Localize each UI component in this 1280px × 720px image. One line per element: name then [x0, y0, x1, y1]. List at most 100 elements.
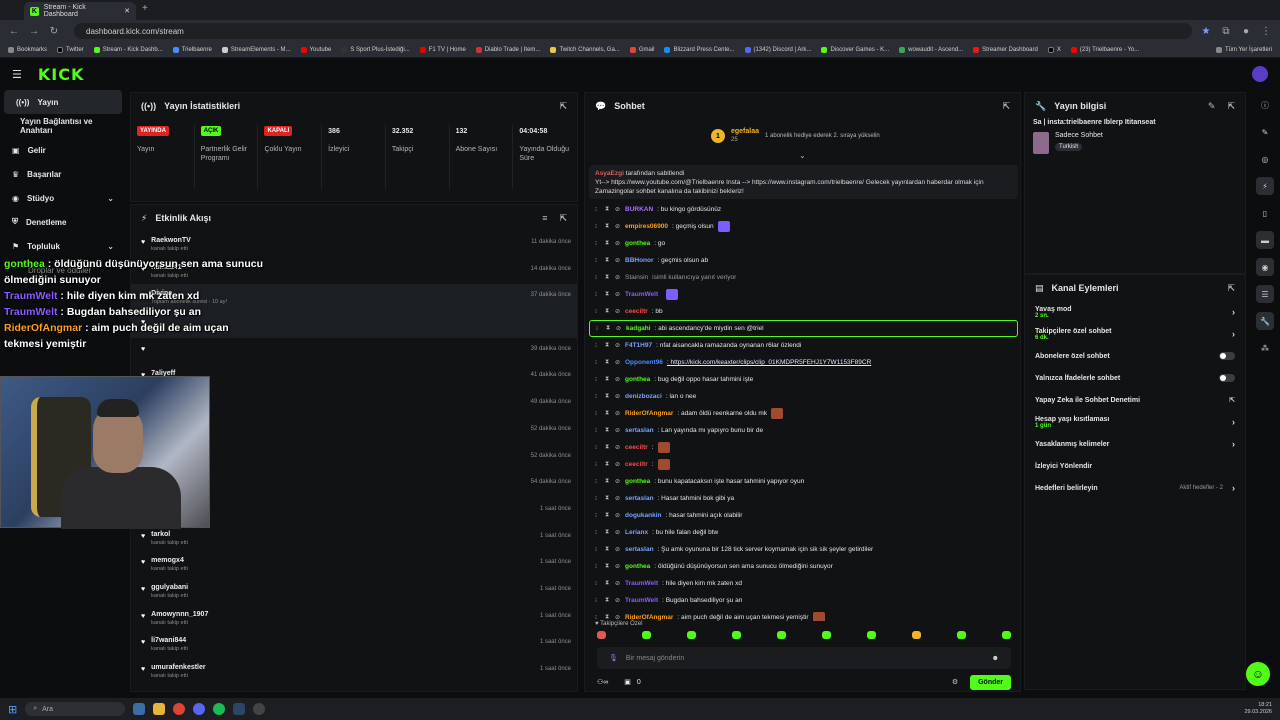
pin-icon[interactable]: ⁝: [595, 359, 601, 366]
chat-message[interactable]: ⁝ ⧗ ⊘ ceeciltr:: [589, 456, 1018, 473]
chat-username[interactable]: sertaslan: [625, 495, 654, 502]
ban-icon[interactable]: ⊘: [615, 206, 621, 213]
timeout-icon[interactable]: ⧗: [605, 257, 611, 264]
chat-message[interactable]: ⁝ ⧗ ⊘ denizbozaci: lan o nee: [589, 388, 1018, 405]
popout-icon[interactable]: ⇱: [1002, 101, 1010, 112]
channel-action-row[interactable]: Takipçilere özel sohbet 6 dk. ›: [1025, 323, 1245, 345]
activity-user[interactable]: ggulyabani: [151, 584, 188, 591]
ban-icon[interactable]: ⊘: [615, 444, 621, 451]
timeout-icon[interactable]: ⧗: [605, 597, 611, 604]
edit-icon[interactable]: ✎: [1208, 101, 1216, 112]
timeout-icon[interactable]: ⧗: [605, 478, 611, 485]
channel-action-row[interactable]: Hesap yaşı kısıtlaması 1 gün ›: [1025, 411, 1245, 433]
all-bookmarks[interactable]: Tüm Yer İşaretleri: [1215, 46, 1272, 53]
list-icon[interactable]: ☰: [1256, 285, 1274, 303]
sidebar-item-achievements[interactable]: ♛ Başarılar: [0, 162, 126, 186]
emote-icon[interactable]: [777, 631, 786, 639]
sidebar-item-stream[interactable]: ((•)) Yayın: [4, 90, 122, 114]
timeout-icon[interactable]: ⧗: [605, 342, 611, 349]
timeout-icon[interactable]: ⧗: [605, 274, 611, 281]
discord-icon[interactable]: [193, 703, 206, 715]
nodes-icon[interactable]: ⁂: [1256, 339, 1274, 357]
chat-username[interactable]: gonthea: [625, 478, 650, 485]
chat-message[interactable]: ⁝ ⧗ ⊘ TraumWelt: [589, 286, 1018, 303]
camera-icon[interactable]: ◎: [1256, 150, 1274, 168]
timeout-icon[interactable]: ⧗: [605, 512, 611, 519]
external-link-icon[interactable]: ⇱: [1229, 396, 1235, 404]
chrome-icon[interactable]: [173, 703, 186, 715]
pin-icon[interactable]: ⁝: [595, 614, 601, 621]
activity-user[interactable]: RaekwonTV: [151, 237, 191, 244]
chat-username[interactable]: TraumWelt: [625, 580, 658, 587]
timeout-icon[interactable]: ⧗: [605, 223, 611, 230]
bookmark[interactable]: Twitter: [57, 46, 84, 53]
channel-action-row[interactable]: Hedefleri belirleyin Aktif hedefler - 2 ›: [1025, 477, 1245, 499]
ban-icon[interactable]: ⊘: [615, 614, 621, 621]
bookmark[interactable]: F1 TV | Home: [419, 46, 466, 53]
browser-tab[interactable]: K Stream - Kick Dashboard ✕: [24, 2, 136, 20]
channel-action-row[interactable]: Yasaklanmış kelimeler ›: [1025, 433, 1245, 455]
pin-icon[interactable]: ⁝: [595, 291, 601, 298]
popout-icon[interactable]: ⇱: [1227, 101, 1235, 112]
ban-icon[interactable]: ⊘: [615, 359, 621, 366]
timeout-icon[interactable]: ⧗: [605, 444, 611, 451]
ban-icon[interactable]: ⊘: [615, 240, 621, 247]
bookmark[interactable]: Gmail: [629, 46, 654, 53]
ban-icon[interactable]: ⊘: [615, 223, 621, 230]
pin-icon[interactable]: ⁝: [595, 223, 601, 230]
chat-message[interactable]: ⁝ ⧗ ⊘ sertaslan: Lan yayında mı yapıyro bun…: [589, 422, 1018, 439]
avatar[interactable]: [1252, 66, 1268, 82]
pin-icon[interactable]: ⁝: [595, 444, 601, 451]
ban-icon[interactable]: ⊘: [615, 512, 621, 519]
obs-icon[interactable]: [253, 703, 266, 715]
ban-icon[interactable]: ⊘: [615, 257, 621, 264]
bookmark[interactable]: Blizzard Press Cente...: [664, 46, 735, 53]
chat-username[interactable]: TraumWelt: [625, 597, 658, 604]
new-tab-icon[interactable]: +: [142, 3, 148, 14]
chat-message[interactable]: ⁝ ⧗ ⊘ gonthea: go: [589, 235, 1018, 252]
bookmark[interactable]: Discover Games - K...: [821, 46, 889, 53]
pin-icon[interactable]: ⁝: [595, 580, 601, 587]
send-button[interactable]: Gönder: [970, 674, 1011, 690]
timeout-icon[interactable]: ⧗: [605, 580, 611, 587]
users-icon[interactable]: ⚇∞: [597, 678, 608, 686]
activity-user[interactable]: umurafenkestler: [151, 664, 205, 671]
chat-username[interactable]: RiderOfAngmar: [625, 410, 673, 417]
ban-icon[interactable]: ⊘: [615, 393, 621, 400]
pin-icon[interactable]: ⁝: [595, 563, 601, 570]
chat-message[interactable]: ⁝ ⧗ ⊘ sertaslan: Şu amk oyununa bir 128 tic…: [589, 541, 1018, 558]
bookmark[interactable]: Trielbaenre: [172, 46, 212, 53]
clipboard-icon[interactable]: ▯: [1256, 204, 1274, 222]
folder-icon[interactable]: [153, 703, 166, 715]
chevron-right-icon[interactable]: ›: [1232, 329, 1235, 339]
chat-username[interactable]: ceeciltr: [625, 461, 648, 468]
chat-username[interactable]: empires06900: [625, 223, 668, 230]
emote-icon[interactable]: [597, 631, 606, 639]
ban-icon[interactable]: ⊘: [615, 529, 621, 536]
timeout-icon[interactable]: ⧗: [605, 461, 611, 468]
chat-username[interactable]: BBHonor: [625, 257, 654, 264]
chat-message[interactable]: ⁝ ⧗ ⊘ RiderOfAngmar: adam öldü reenkarne ol…: [589, 405, 1018, 422]
ban-icon[interactable]: ⊘: [615, 291, 621, 298]
chat-username[interactable]: ceeciltr: [625, 444, 648, 451]
chat-username[interactable]: Stainsin: [625, 274, 648, 281]
chat-username[interactable]: kadgahi: [626, 325, 651, 332]
pin-icon[interactable]: ⁝: [595, 342, 601, 349]
timeout-icon[interactable]: ⧗: [605, 206, 611, 213]
taskbar-clock[interactable]: 18:21 29.03.2026: [1244, 702, 1272, 716]
emoji-icon[interactable]: ☻: [992, 655, 999, 662]
emote-icon[interactable]: [822, 631, 831, 639]
timeout-icon[interactable]: ⧗: [605, 308, 611, 315]
bookmark[interactable]: Youtube: [300, 46, 331, 53]
chat-username[interactable]: gonthea: [625, 240, 650, 247]
close-tab-icon[interactable]: ✕: [124, 7, 130, 15]
hamburger-menu-icon[interactable]: ☰: [12, 68, 22, 81]
pin-icon[interactable]: ⁝: [595, 512, 601, 519]
gift-icon[interactable]: ▣: [624, 678, 631, 686]
timeout-icon[interactable]: ⧗: [605, 359, 611, 366]
spotify-icon[interactable]: [213, 703, 226, 715]
steam-icon[interactable]: [233, 703, 246, 715]
chat-message[interactable]: ⁝ ⧗ ⊘ Opponent96: https://kick.com/keaxter/…: [589, 354, 1018, 371]
ban-icon[interactable]: ⊘: [616, 325, 622, 332]
back-icon[interactable]: ←: [8, 26, 20, 37]
